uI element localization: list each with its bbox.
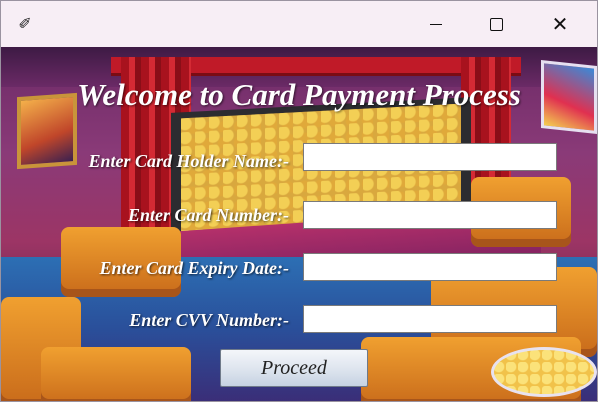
title-bar[interactable]: ✐ ✕ [1,1,597,47]
popcorn-bowl [491,347,597,397]
sofa [41,347,191,401]
maximize-button[interactable] [473,1,519,47]
app-window: ✐ ✕ Welcome to Card Payment Process Ente… [0,0,598,402]
card-number-label: Enter Card Number:- [127,205,289,225]
expiry-date-label: Enter Card Expiry Date:- [99,258,289,278]
cvv-input[interactable] [303,305,557,333]
close-icon: ✕ [551,12,569,36]
cvv-label: Enter CVV Number:- [129,310,289,330]
page-title: Welcome to Card Payment Process [77,77,521,112]
cinema-background-image: Welcome to Card Payment Process Enter Ca… [1,47,597,401]
card-holder-label: Enter Card Holder Name:- [88,151,290,171]
expiry-date-input[interactable] [303,253,557,281]
minimize-button[interactable] [413,1,459,47]
card-holder-input[interactable] [303,143,557,171]
app-feather-icon: ✐ [18,14,32,33]
card-number-input[interactable] [303,201,557,229]
proceed-button[interactable]: Proceed [220,349,368,387]
close-button[interactable]: ✕ [537,1,583,47]
